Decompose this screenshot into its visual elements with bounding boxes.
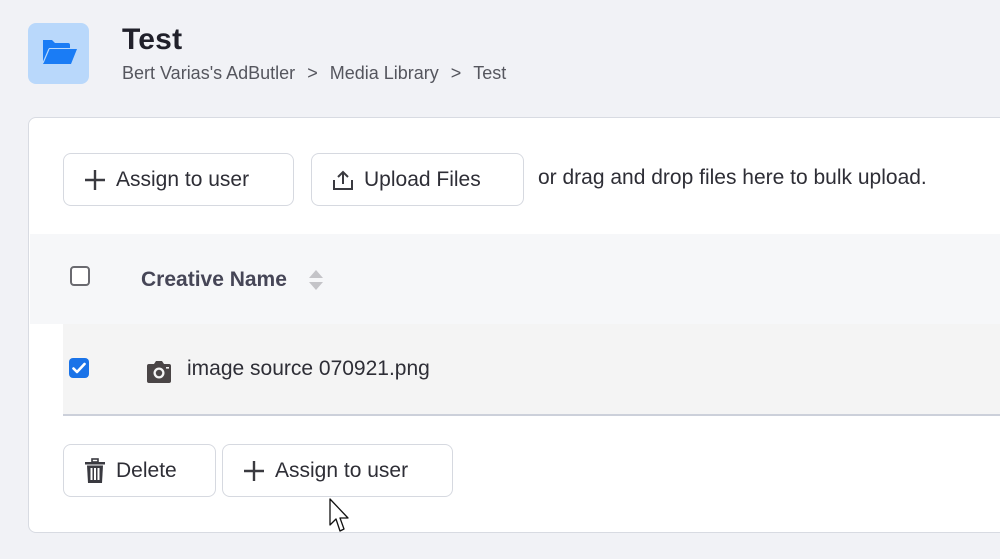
- column-header-creative-name[interactable]: Creative Name: [141, 268, 287, 292]
- camera-icon: [145, 360, 173, 389]
- table-row[interactable]: image source 070921.png: [63, 324, 1000, 416]
- breadcrumb-item-account[interactable]: Bert Varias's AdButler: [122, 63, 295, 84]
- select-all-checkbox[interactable]: [70, 266, 90, 286]
- upload-files-label: Upload Files: [364, 167, 481, 191]
- upload-files-button[interactable]: Upload Files: [311, 153, 524, 206]
- assign-to-user-label: Assign to user: [116, 167, 250, 191]
- delete-label: Delete: [116, 458, 177, 482]
- mouse-cursor-icon: [329, 498, 353, 541]
- breadcrumb-item-media-library[interactable]: Media Library: [330, 63, 439, 84]
- drag-drop-hint: or drag and drop files here to bulk uplo…: [538, 166, 927, 189]
- row-checkbox[interactable]: [69, 358, 89, 378]
- page-header: Test Bert Varias's AdButler > Media Libr…: [28, 23, 728, 85]
- plus-icon: [84, 169, 106, 191]
- bulk-assign-to-user-label: Assign to user: [275, 458, 409, 482]
- folder-open-icon: [40, 36, 78, 71]
- bulk-assign-to-user-button[interactable]: Assign to user: [222, 444, 453, 497]
- page-title: Test: [122, 23, 183, 56]
- folder-tile: [28, 23, 89, 84]
- assign-to-user-button[interactable]: Assign to user: [63, 153, 294, 206]
- sort-icon[interactable]: [308, 269, 324, 296]
- plus-icon: [243, 460, 265, 482]
- breadcrumb-separator: >: [450, 63, 462, 83]
- trash-icon: [84, 457, 106, 484]
- breadcrumb-separator: >: [307, 63, 318, 83]
- breadcrumb-item-current: Test: [473, 63, 507, 83]
- breadcrumb: Bert Varias's AdButler > Media Library >…: [122, 63, 506, 84]
- media-library-card: Assign to user Upload Files or drag and …: [28, 117, 1000, 533]
- delete-button[interactable]: Delete: [63, 444, 216, 497]
- table-header: Creative Name: [30, 234, 1000, 324]
- upload-icon: [332, 169, 354, 191]
- file-name-link[interactable]: image source 070921.png: [187, 357, 430, 381]
